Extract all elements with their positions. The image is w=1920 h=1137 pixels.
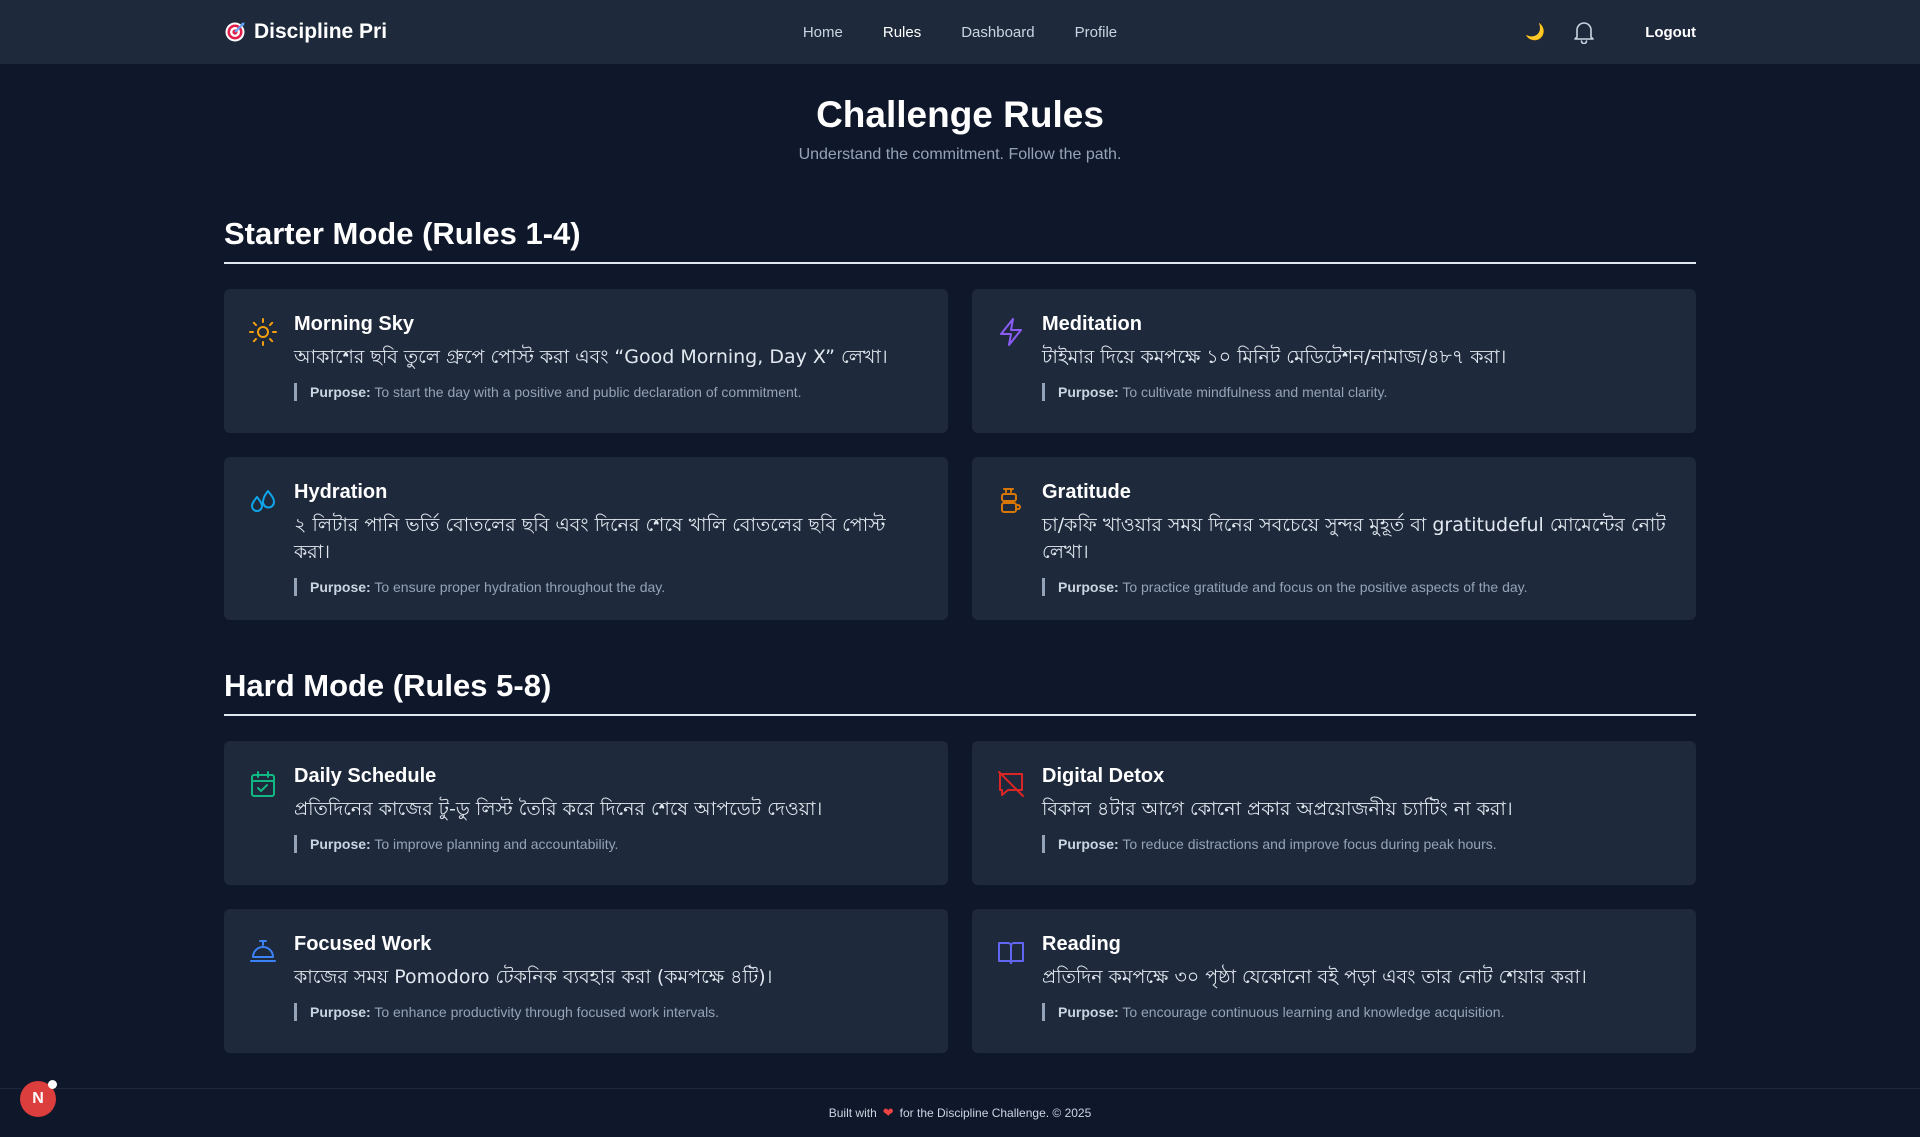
moon-icon[interactable]: 🌙 bbox=[1525, 22, 1545, 42]
heart-icon: ❤ bbox=[882, 1105, 894, 1120]
rule-card-gratitude: Gratitude চা/কফি খাওয়ার সময় দিনের সবচে… bbox=[972, 457, 1696, 620]
sun-icon bbox=[248, 317, 278, 347]
purpose-label: Purpose: bbox=[1058, 1004, 1119, 1020]
section-title: Starter Mode (Rules 1-4) bbox=[224, 216, 1696, 264]
rule-description: বিকাল ৪টার আগে কোনো প্রকার অপ্রয়োজনীয় … bbox=[1042, 798, 1513, 820]
purpose-label: Purpose: bbox=[310, 384, 371, 400]
brand[interactable]: Discipline Pri bbox=[224, 20, 387, 44]
purpose-label: Purpose: bbox=[1058, 836, 1119, 852]
purpose-label: Purpose: bbox=[310, 1004, 371, 1020]
rule-purpose: Purpose: To encourage continuous learnin… bbox=[1042, 1003, 1671, 1021]
bell-icon[interactable] bbox=[1573, 20, 1595, 44]
rule-title: Reading bbox=[1042, 933, 1121, 955]
purpose-text: To cultivate mindfulness and mental clar… bbox=[1122, 384, 1388, 400]
rules-grid: Morning Sky আকাশের ছবি তুলে গ্রুপে পোস্ট… bbox=[224, 289, 1696, 620]
rules-grid: Daily Schedule প্রতিদিনের কাজের টু-ডু লি… bbox=[224, 741, 1696, 1053]
target-icon bbox=[224, 21, 246, 43]
coffee-icon bbox=[996, 485, 1026, 515]
rule-card-digital-detox: Digital Detox বিকাল ৪টার আগে কোনো প্রকার… bbox=[972, 741, 1696, 885]
rule-card-daily-schedule: Daily Schedule প্রতিদিনের কাজের টু-ডু লি… bbox=[224, 741, 948, 885]
rule-card-reading: Reading প্রতিদিন কমপক্ষে ৩০ পৃষ্ঠা যেকোন… bbox=[972, 909, 1696, 1053]
top-navbar: Discipline Pri Home Rules Dashboard Prof… bbox=[0, 0, 1920, 64]
rule-purpose: Purpose: To ensure proper hydration thro… bbox=[294, 578, 923, 596]
rule-title: Focused Work bbox=[294, 933, 432, 955]
rule-purpose: Purpose: To start the day with a positiv… bbox=[294, 383, 923, 401]
hard-mode-section: Hard Mode (Rules 5-8) Daily Schedule প্র… bbox=[224, 668, 1696, 1053]
rule-purpose: Purpose: To enhance productivity through… bbox=[294, 1003, 923, 1021]
nav-link-rules[interactable]: Rules bbox=[883, 24, 921, 41]
no-message-icon bbox=[996, 769, 1026, 799]
purpose-label: Purpose: bbox=[310, 579, 371, 595]
footer-text-before: Built with bbox=[828, 1106, 877, 1120]
rule-description: আকাশের ছবি তুলে গ্রুপে পোস্ট করা এবং “Go… bbox=[294, 346, 888, 368]
nav-link-profile[interactable]: Profile bbox=[1075, 24, 1118, 41]
rule-title: Daily Schedule bbox=[294, 765, 437, 787]
nav-link-dashboard[interactable]: Dashboard bbox=[961, 24, 1034, 41]
rules-page: Challenge Rules Understand the commitmen… bbox=[224, 64, 1696, 1053]
nav-link-home[interactable]: Home bbox=[803, 24, 843, 41]
purpose-label: Purpose: bbox=[310, 836, 371, 852]
page-subtitle: Understand the commitment. Follow the pa… bbox=[798, 146, 1122, 163]
page-title: Challenge Rules bbox=[816, 94, 1104, 135]
timer-bell-icon bbox=[248, 937, 278, 967]
purpose-text: To practice gratitude and focus on the p… bbox=[1122, 579, 1528, 595]
rule-description: প্রতিদিনের কাজের টু-ডু লিস্ট তৈরি করে দি… bbox=[294, 798, 823, 820]
calendar-check-icon bbox=[248, 769, 278, 799]
rule-card-meditation: Meditation টাইমার দিয়ে কমপক্ষে ১০ মিনিট… bbox=[972, 289, 1696, 433]
rule-description: টাইমার দিয়ে কমপক্ষে ১০ মিনিট মেডিটেশন/ন… bbox=[1042, 346, 1507, 368]
starter-mode-section: Starter Mode (Rules 1-4) Morning Sky আকা… bbox=[224, 216, 1696, 620]
rule-title: Gratitude bbox=[1042, 481, 1131, 503]
rule-title: Meditation bbox=[1042, 313, 1142, 335]
page-header: Challenge Rules Understand the commitmen… bbox=[224, 64, 1696, 164]
purpose-text: To enhance productivity through focused … bbox=[374, 1004, 720, 1020]
purpose-text: To ensure proper hydration throughout th… bbox=[374, 579, 666, 595]
rule-title: Digital Detox bbox=[1042, 765, 1165, 787]
rule-description: প্রতিদিন কমপক্ষে ৩০ পৃষ্ঠা যেকোনো বই পড়… bbox=[1042, 966, 1587, 988]
purpose-text: To encourage continuous learning and kno… bbox=[1122, 1004, 1505, 1020]
rule-purpose: Purpose: To improve planning and account… bbox=[294, 835, 923, 853]
purpose-text: To improve planning and accountability. bbox=[374, 836, 619, 852]
section-title: Hard Mode (Rules 5-8) bbox=[224, 668, 1696, 716]
rule-description: ২ লিটার পানি ভর্তি বোতলের ছবি এবং দিনের … bbox=[294, 514, 886, 563]
rule-card-morning-sky: Morning Sky আকাশের ছবি তুলে গ্রুপে পোস্ট… bbox=[224, 289, 948, 433]
rule-card-focused-work: Focused Work কাজের সময় Pomodoro টেকনিক … bbox=[224, 909, 948, 1053]
book-icon bbox=[996, 937, 1026, 967]
logout-button[interactable]: Logout bbox=[1645, 24, 1696, 41]
rule-purpose: Purpose: To cultivate mindfulness and me… bbox=[1042, 383, 1671, 401]
rule-purpose: Purpose: To reduce distractions and impr… bbox=[1042, 835, 1671, 853]
dev-tools-badge[interactable]: N bbox=[20, 1080, 57, 1117]
purpose-text: To reduce distractions and improve focus… bbox=[1122, 836, 1497, 852]
lightning-icon bbox=[996, 317, 1026, 347]
rule-title: Hydration bbox=[294, 481, 388, 503]
purpose-text: To start the day with a positive and pub… bbox=[374, 384, 802, 400]
brand-name: Discipline Pri bbox=[254, 20, 388, 43]
badge-letter: N bbox=[32, 1090, 44, 1107]
rule-purpose: Purpose: To practice gratitude and focus… bbox=[1042, 578, 1671, 596]
water-drops-icon bbox=[248, 485, 278, 515]
notification-dot bbox=[48, 1080, 57, 1089]
rule-description: চা/কফি খাওয়ার সময় দিনের সবচেয়ে সুন্দর… bbox=[1042, 514, 1666, 563]
rule-description: কাজের সময় Pomodoro টেকনিক ব্যবহার করা (… bbox=[294, 966, 773, 988]
nav-actions: 🌙 Logout bbox=[1525, 20, 1696, 44]
purpose-label: Purpose: bbox=[1058, 384, 1119, 400]
rule-card-hydration: Hydration ২ লিটার পানি ভর্তি বোতলের ছবি … bbox=[224, 457, 948, 620]
footer-text-after: for the Discipline Challenge. © 2025 bbox=[899, 1106, 1092, 1120]
rule-title: Morning Sky bbox=[294, 313, 415, 335]
footer: Built with ❤ for the Discipline Challeng… bbox=[0, 1088, 1920, 1137]
purpose-label: Purpose: bbox=[1058, 579, 1119, 595]
